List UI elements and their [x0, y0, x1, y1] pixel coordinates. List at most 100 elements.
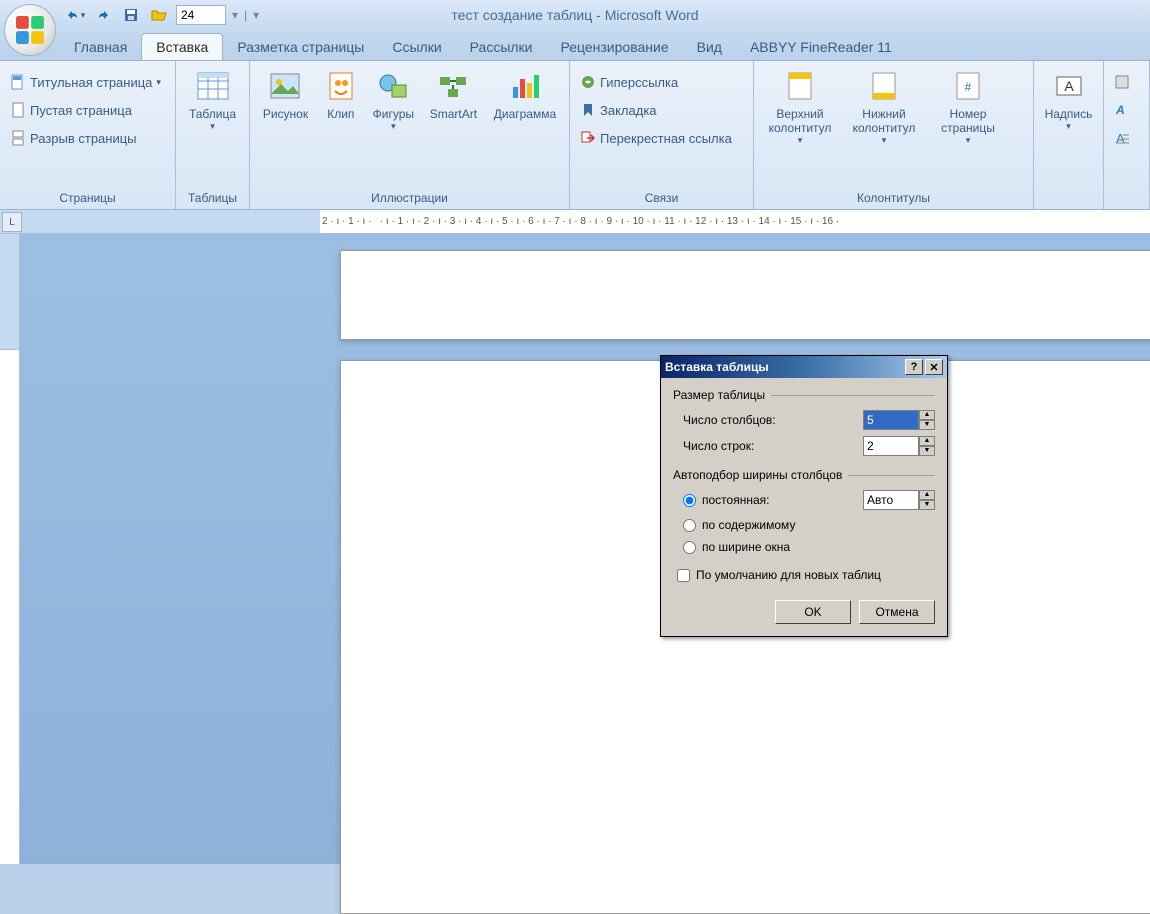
vertical-ruler[interactable] [0, 350, 20, 864]
remember-checkbox[interactable] [677, 569, 690, 582]
bookmark-button[interactable]: Закладка [576, 99, 661, 121]
insert-table-dialog: Вставка таблицы ? ✕ Размер таблицы Число… [660, 355, 948, 637]
dialog-title: Вставка таблицы [665, 360, 903, 374]
rows-down[interactable]: ▼ [919, 446, 935, 456]
dropcap-icon: A [1114, 130, 1130, 146]
dialog-help-button[interactable]: ? [905, 359, 923, 375]
rows-up[interactable]: ▲ [919, 436, 935, 446]
smartart-icon [436, 69, 470, 103]
group-illustrations: Рисунок Клип Фигуры ▾ SmartArt Диаграмма… [250, 61, 570, 209]
textbox-icon: A [1052, 69, 1086, 103]
tab-home[interactable]: Главная [60, 34, 141, 60]
qat-customize-icon[interactable]: ▾ [253, 8, 259, 22]
horizontal-ruler[interactable]: 2 · ı · 1 · ı · · ı · 1 · ı · 2 · ı · 3 … [320, 210, 1150, 234]
quick-access-toolbar: ▾ ▾ | ▾ [64, 4, 259, 26]
redo-button[interactable] [92, 4, 114, 26]
rows-spinner: ▲▼ [863, 436, 935, 456]
save-icon [123, 7, 139, 23]
dialog-title-bar[interactable]: Вставка таблицы ? ✕ [661, 356, 947, 378]
blank-page-icon [10, 102, 26, 118]
tab-references[interactable]: Ссылки [378, 34, 455, 60]
document-page-prev[interactable] [340, 250, 1150, 340]
cols-down[interactable]: ▼ [919, 420, 935, 430]
wordart-icon: A [1114, 102, 1130, 118]
ok-button[interactable]: OK [775, 600, 851, 624]
save-button[interactable] [120, 4, 142, 26]
rows-label: Число строк: [683, 439, 863, 453]
clip-icon [324, 69, 358, 103]
tab-mailings[interactable]: Рассылки [456, 34, 547, 60]
caption-button[interactable]: AНадпись▾ [1040, 65, 1097, 136]
crossref-icon [580, 130, 596, 146]
page-number-icon: # [951, 69, 985, 103]
footer-button[interactable]: Нижний колонтитул ▾ [844, 65, 924, 150]
qat-separator: | [244, 8, 247, 22]
font-size-input[interactable] [176, 5, 226, 25]
radio-fit-window-label: по ширине окна [702, 540, 790, 554]
radio-fit-content-label: по содержимому [702, 518, 795, 532]
extra-icon-1 [1114, 74, 1130, 90]
shapes-button[interactable]: Фигуры ▾ [367, 65, 420, 136]
remember-label: По умолчанию для новых таблиц [696, 568, 881, 582]
page-break-button[interactable]: Разрыв страницы [6, 127, 141, 149]
tab-insert[interactable]: Вставка [141, 33, 223, 60]
open-button[interactable] [148, 4, 170, 26]
fixed-down[interactable]: ▼ [919, 500, 935, 510]
dialog-close-button[interactable]: ✕ [925, 359, 943, 375]
cols-up[interactable]: ▲ [919, 410, 935, 420]
fixed-input[interactable] [863, 490, 919, 510]
ribbon: Титульная страница ▾ Пустая страница Раз… [0, 60, 1150, 210]
office-button[interactable] [4, 4, 56, 56]
group-tables: Таблица▾ Таблицы [176, 61, 250, 209]
bookmark-icon [580, 102, 596, 118]
cancel-button[interactable]: Отмена [859, 600, 935, 624]
undo-button[interactable]: ▾ [64, 4, 86, 26]
tab-page-layout[interactable]: Разметка страницы [223, 34, 378, 60]
section-table-size: Размер таблицы [673, 388, 935, 402]
fixed-spinner: ▲▼ [863, 490, 935, 510]
tab-review[interactable]: Рецензирование [547, 34, 683, 60]
chart-icon [508, 69, 542, 103]
chart-button[interactable]: Диаграмма [487, 65, 563, 125]
page-number-button[interactable]: #Номер страницы ▾ [928, 65, 1008, 150]
group-headers-label: Колонтитулы [760, 189, 1027, 207]
table-button[interactable]: Таблица▾ [182, 65, 243, 136]
tab-view[interactable]: Вид [683, 34, 736, 60]
extra-item-3[interactable]: A [1110, 127, 1134, 149]
clip-button[interactable]: Клип [319, 65, 363, 125]
window-title: тест создание таблиц - Microsoft Word [451, 7, 698, 23]
svg-text:A: A [1115, 103, 1125, 117]
svg-text:A: A [1064, 78, 1074, 94]
radio-fixed-label: постоянная: [702, 493, 857, 507]
rows-input[interactable] [863, 436, 919, 456]
extra-item-2[interactable]: A [1110, 99, 1134, 121]
ribbon-tabs: Главная Вставка Разметка страницы Ссылки… [0, 30, 1150, 60]
tab-selector[interactable]: L [2, 212, 22, 232]
hyperlink-icon [580, 74, 596, 90]
hruler-left-pad: L [0, 210, 320, 234]
office-logo-icon [16, 16, 44, 44]
fixed-up[interactable]: ▲ [919, 490, 935, 500]
tab-abbyy[interactable]: ABBYY FineReader 11 [736, 34, 906, 60]
extra-item-1[interactable] [1110, 71, 1134, 93]
title-bar: ▾ ▾ | ▾ тест создание таблиц - Microsoft… [0, 0, 1150, 30]
radio-fit-window[interactable] [683, 541, 696, 554]
blank-page-button[interactable]: Пустая страница [6, 99, 136, 121]
picture-button[interactable]: Рисунок [256, 65, 315, 125]
group-pages: Титульная страница ▾ Пустая страница Раз… [0, 61, 176, 209]
page-break-icon [10, 130, 26, 146]
cols-input[interactable] [863, 410, 919, 430]
hyperlink-button[interactable]: Гиперссылка [576, 71, 682, 93]
crossref-button[interactable]: Перекрестная ссылка [576, 127, 736, 149]
section-autofit: Автоподбор ширины столбцов [673, 468, 935, 482]
radio-fit-content[interactable] [683, 519, 696, 532]
group-headers: Верхний колонтитул ▾ Нижний колонтитул ▾… [754, 61, 1034, 209]
group-extra: A A [1104, 61, 1150, 209]
radio-fixed[interactable] [683, 494, 696, 507]
qat-dropdown-icon[interactable]: ▾ [232, 8, 238, 22]
cover-page-button[interactable]: Титульная страница ▾ [6, 71, 165, 93]
table-icon [196, 69, 230, 103]
smartart-button[interactable]: SmartArt [424, 65, 483, 125]
picture-icon [268, 69, 302, 103]
header-button[interactable]: Верхний колонтитул ▾ [760, 65, 840, 150]
